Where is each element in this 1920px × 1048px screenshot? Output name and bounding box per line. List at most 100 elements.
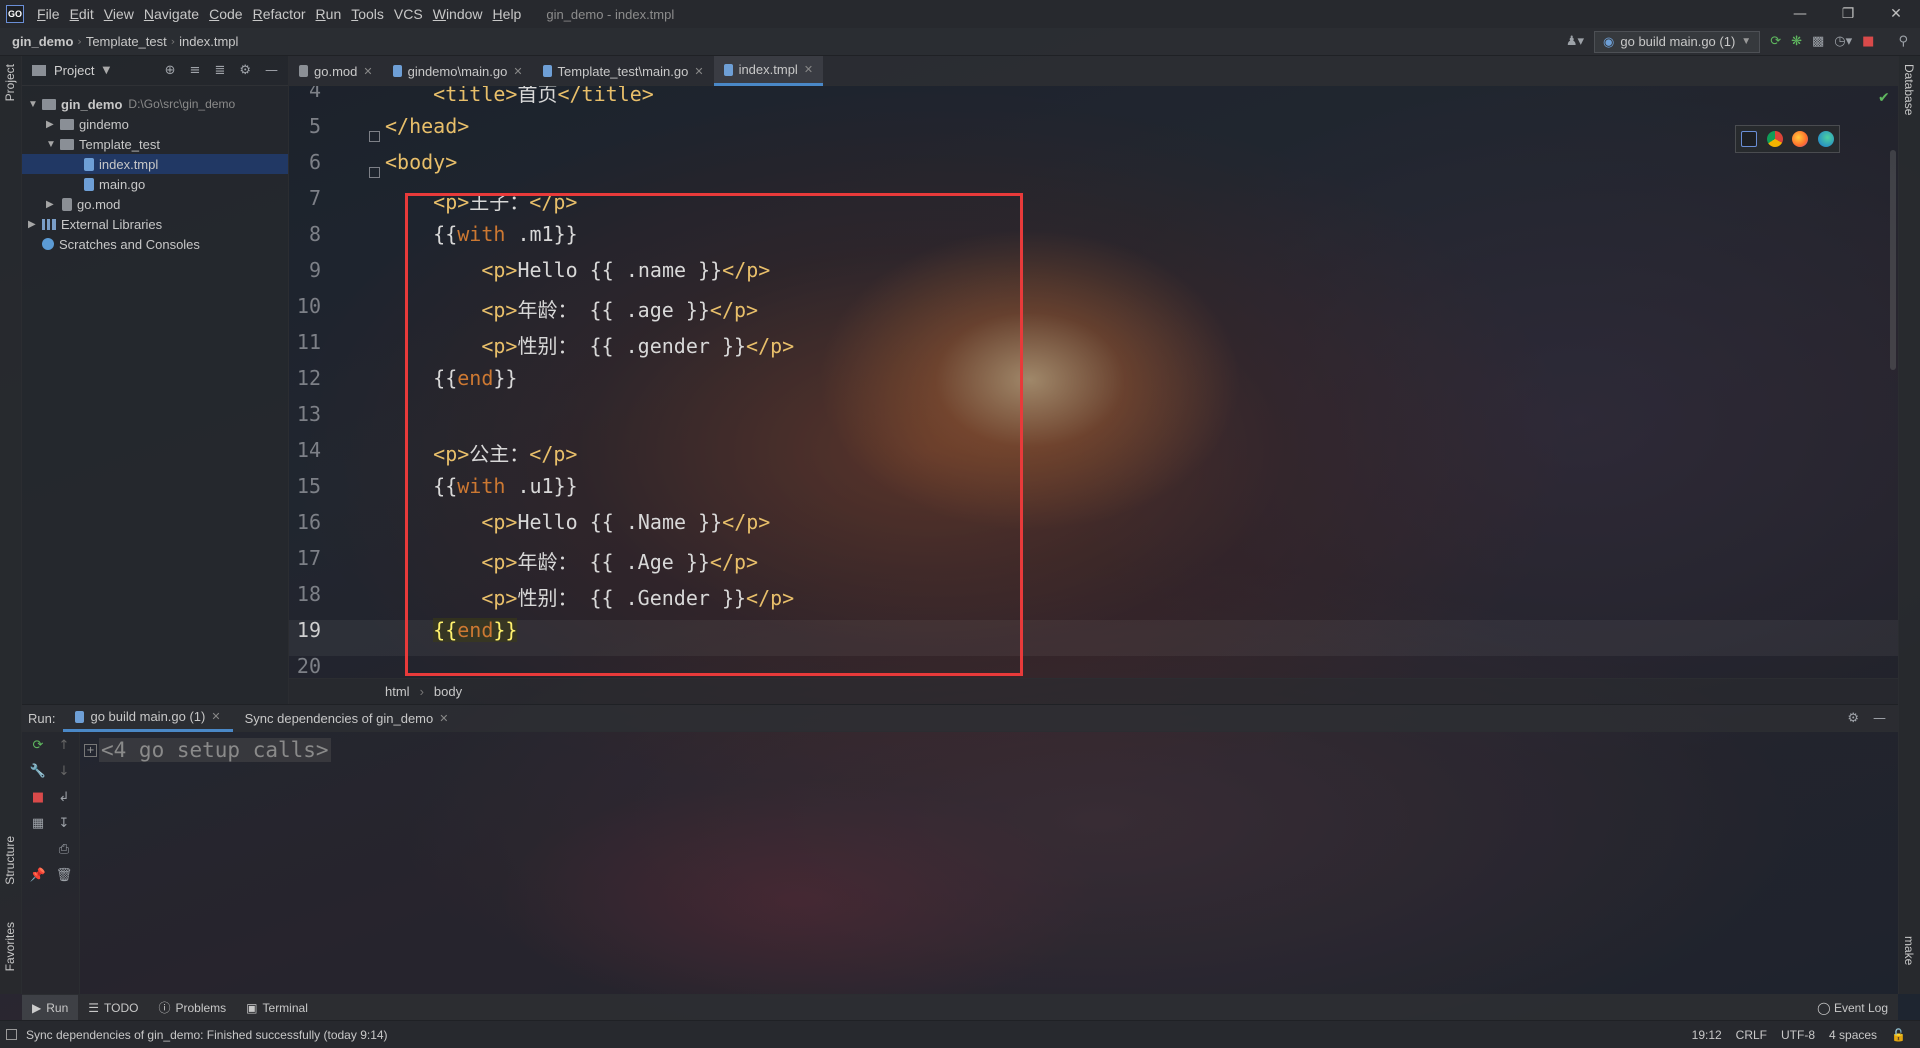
tab-go-mod[interactable]: go.mod ✕ (289, 56, 383, 86)
close-icon[interactable]: ✕ (1872, 6, 1920, 22)
run-console[interactable]: + <4 go setup calls> (80, 732, 1898, 994)
tool-window-terminal[interactable]: ▣ Terminal (236, 995, 318, 1021)
indent-setting[interactable]: 4 spaces (1829, 1028, 1877, 1042)
run-tab-sync-dependencies[interactable]: Sync dependencies of gin_demo ✕ (233, 704, 461, 732)
menu-navigate[interactable]: Navigate (139, 6, 204, 22)
structure-tool-button[interactable]: Structure (3, 836, 17, 885)
run-config-select[interactable]: ◉ go build main.go (1) ▼ (1594, 30, 1761, 53)
code-crumb-html[interactable]: html (385, 684, 410, 699)
menu-window[interactable]: Window (428, 6, 488, 22)
chevron-down-icon[interactable]: ▼ (28, 99, 42, 110)
event-log-button[interactable]: ◯ Event Log (1817, 1001, 1898, 1015)
search-icon[interactable]: ⚲ (1898, 34, 1908, 49)
menu-vcs[interactable]: VCS (389, 6, 428, 22)
hide-icon[interactable]: — (265, 63, 278, 78)
stop-icon[interactable]: ■ (1862, 34, 1874, 49)
tool-window-run[interactable]: ▶ Run (22, 994, 79, 1021)
tree-item-external-libraries[interactable]: ▶ External Libraries (28, 214, 162, 234)
goland-icon[interactable] (1740, 131, 1757, 147)
status-panel-icon[interactable] (6, 1029, 17, 1040)
goland-logo-icon: GO (6, 5, 24, 23)
layout-icon[interactable]: ▦ (28, 816, 48, 836)
tool-window-problems[interactable]: ⓘ Problems (148, 995, 236, 1021)
chevron-right-icon[interactable]: ▶ (28, 219, 42, 230)
trash-icon[interactable]: 🗑 (54, 868, 74, 888)
menu-edit[interactable]: Edit (65, 6, 99, 22)
hide-icon[interactable]: — (1873, 711, 1886, 726)
pin-icon[interactable]: 📌 (28, 868, 48, 888)
soft-wrap-icon[interactable]: ↲ (54, 790, 74, 810)
project-tool-button[interactable]: Project (3, 64, 17, 101)
close-icon[interactable]: ✕ (694, 65, 703, 78)
status-message[interactable]: Sync dependencies of gin_demo: Finished … (0, 1028, 388, 1042)
wrench-icon[interactable]: 🔧 (28, 764, 48, 784)
firefox-icon[interactable] (1792, 131, 1809, 147)
gear-icon[interactable]: ⚙ (239, 63, 251, 78)
lock-icon[interactable]: 🔓 (1891, 1028, 1906, 1042)
stop-icon[interactable]: ■ (28, 790, 48, 810)
tab-template-test-main-go[interactable]: Template_test\main.go ✕ (533, 56, 714, 86)
close-icon[interactable]: ✕ (363, 65, 372, 78)
breadcrumb-folder[interactable]: Template_test (82, 34, 171, 49)
tree-item-gindemo[interactable]: ▶ gindemo (46, 114, 129, 134)
breadcrumb-project[interactable]: gin_demo (0, 34, 77, 49)
favorites-tool-button[interactable]: Favorites (3, 922, 17, 971)
chrome-icon[interactable] (1766, 131, 1783, 147)
expand-all-icon[interactable]: ≡ (190, 63, 201, 78)
tab-gindemo-main-go[interactable]: gindemo\main.go ✕ (383, 56, 533, 86)
scroll-to-end-icon[interactable]: ↧ (54, 816, 74, 836)
tree-item-gin-demo[interactable]: ▼ gin_demo D:\Go\src\gin_demo (28, 94, 235, 114)
arrow-up-icon[interactable]: ↑ (54, 738, 74, 758)
menu-refactor[interactable]: Refactor (248, 6, 311, 22)
close-icon[interactable]: ✕ (439, 712, 448, 725)
debug-icon[interactable]: ❋ (1791, 34, 1802, 49)
expand-icon[interactable]: + (84, 743, 97, 757)
tree-item-go-mod[interactable]: ▶ go.mod (46, 194, 120, 214)
menu-code[interactable]: Code (204, 6, 247, 22)
run-tab-go-build[interactable]: go build main.go (1) ✕ (63, 704, 233, 732)
close-icon[interactable]: ✕ (513, 65, 522, 78)
chevron-down-icon[interactable]: ▼ (46, 139, 60, 150)
menu-run[interactable]: Run (311, 6, 347, 22)
editor-scrollbar[interactable] (1890, 150, 1896, 370)
collapse-all-icon[interactable]: ≣ (214, 63, 225, 78)
inspection-ok-icon[interactable]: ✔ (1878, 90, 1890, 106)
fold-marker-icon[interactable] (369, 167, 380, 178)
tree-item-scratches[interactable]: Scratches and Consoles (42, 234, 200, 254)
cursor-position[interactable]: 19:12 (1692, 1028, 1722, 1042)
tab-index-tmpl[interactable]: index.tmpl ✕ (713, 56, 824, 86)
breadcrumb-file[interactable]: index.tmpl (175, 34, 242, 49)
gear-icon[interactable]: ⚙ (1847, 711, 1859, 726)
locate-icon[interactable]: ⊕ (165, 63, 176, 78)
tree-item-main-go[interactable]: main.go (82, 174, 145, 194)
project-view-select[interactable]: Project (54, 63, 94, 78)
chevron-right-icon[interactable]: ▶ (46, 199, 60, 210)
close-icon[interactable]: ✕ (211, 710, 220, 723)
chevron-down-icon[interactable]: ▼ (102, 65, 110, 76)
minimize-icon[interactable]: — (1776, 6, 1824, 22)
profile-icon[interactable]: ◷▾ (1834, 34, 1852, 49)
print-icon[interactable]: ⎙ (54, 842, 74, 862)
menu-help[interactable]: Help (488, 6, 527, 22)
chevron-right-icon[interactable]: ▶ (46, 119, 60, 130)
coverage-icon[interactable]: ▩ (1812, 34, 1824, 49)
tree-item-template-test[interactable]: ▼ Template_test (46, 134, 160, 154)
menu-view[interactable]: View (99, 6, 139, 22)
menu-tools[interactable]: Tools (346, 6, 389, 22)
tree-item-index-tmpl[interactable]: index.tmpl (22, 154, 288, 174)
rerun-icon[interactable]: ⟳ (28, 738, 48, 758)
menu-file[interactable]: File (32, 6, 65, 22)
arrow-down-icon[interactable]: ↓ (54, 764, 74, 784)
line-separator[interactable]: CRLF (1736, 1028, 1767, 1042)
file-encoding[interactable]: UTF-8 (1781, 1028, 1815, 1042)
restore-icon[interactable]: ❐ (1824, 6, 1872, 22)
rerun-icon[interactable]: ⟳ (1770, 34, 1781, 49)
database-tool-button[interactable]: Database (1902, 64, 1916, 115)
edge-icon[interactable] (1818, 131, 1835, 147)
code-crumb-body[interactable]: body (434, 684, 462, 699)
tool-window-todo[interactable]: ☰ TODO (78, 995, 148, 1021)
fold-marker-icon[interactable] (369, 131, 380, 142)
user-icon[interactable]: ♟▾ (1566, 34, 1584, 49)
close-icon[interactable]: ✕ (804, 63, 813, 76)
make-tool-button[interactable]: make (1902, 936, 1916, 965)
